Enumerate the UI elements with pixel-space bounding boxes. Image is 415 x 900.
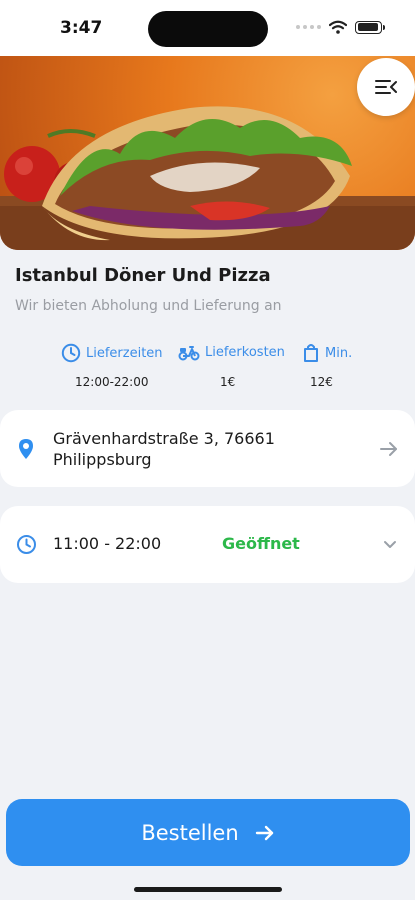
address-text: Grävenhardstraße 3, 76661 Philippsburg <box>53 428 353 470</box>
wifi-icon <box>329 20 347 34</box>
delivery-times-label: Lieferzeiten <box>86 345 163 361</box>
battery-level <box>357 23 379 31</box>
delivery-times-info: Lieferzeiten <box>61 343 163 363</box>
status-bar: 3:47 <box>0 0 415 56</box>
arrow-right-icon[interactable] <box>380 441 398 457</box>
dynamic-island <box>148 11 268 47</box>
opening-hours-text: 11:00 - 22:00 <box>53 534 162 553</box>
status-icons <box>296 20 385 34</box>
home-indicator <box>134 887 282 892</box>
restaurant-name: Istanbul Döner Und Pizza <box>15 265 271 286</box>
order-button[interactable]: Bestellen <box>6 799 410 866</box>
hero-image[interactable] <box>0 56 415 250</box>
address-line2: Philippsburg <box>53 450 152 469</box>
delivery-cost-label: Lieferkosten <box>205 344 285 360</box>
address-line1: Grävenhardstraße 3, 76661 <box>53 429 275 448</box>
delivery-cost-info: Lieferkosten <box>178 343 285 361</box>
delivery-cost-value: 1€ <box>220 375 236 389</box>
menu-collapse-icon <box>375 80 397 94</box>
min-order-info: Min. <box>302 343 352 363</box>
clock-icon <box>17 535 36 554</box>
min-order-label: Min. <box>325 345 353 361</box>
arrow-right-icon <box>255 825 273 840</box>
min-order-value: 12€ <box>310 375 333 389</box>
doner-illustration <box>0 106 415 250</box>
status-time: 3:47 <box>60 18 103 38</box>
restaurant-tagline: Wir bieten Abholung und Lieferung an <box>15 298 282 314</box>
order-button-label: Bestellen <box>141 820 239 845</box>
scooter-icon <box>178 346 200 361</box>
battery-icon <box>355 20 385 34</box>
address-card[interactable]: Grävenhardstraße 3, 76661 Philippsburg <box>0 410 415 487</box>
open-status: Geöffnet <box>222 534 300 553</box>
delivery-times-value: 12:00-22:00 <box>75 375 149 389</box>
menu-button[interactable] <box>357 58 415 116</box>
opening-hours-card[interactable]: 11:00 - 22:00 Geöffnet <box>0 506 415 583</box>
location-pin-icon <box>19 439 33 459</box>
chevron-down-icon[interactable] <box>383 540 397 549</box>
clock-icon <box>61 343 81 363</box>
signal-dots-icon <box>296 25 321 29</box>
shopping-bag-icon <box>304 344 318 362</box>
